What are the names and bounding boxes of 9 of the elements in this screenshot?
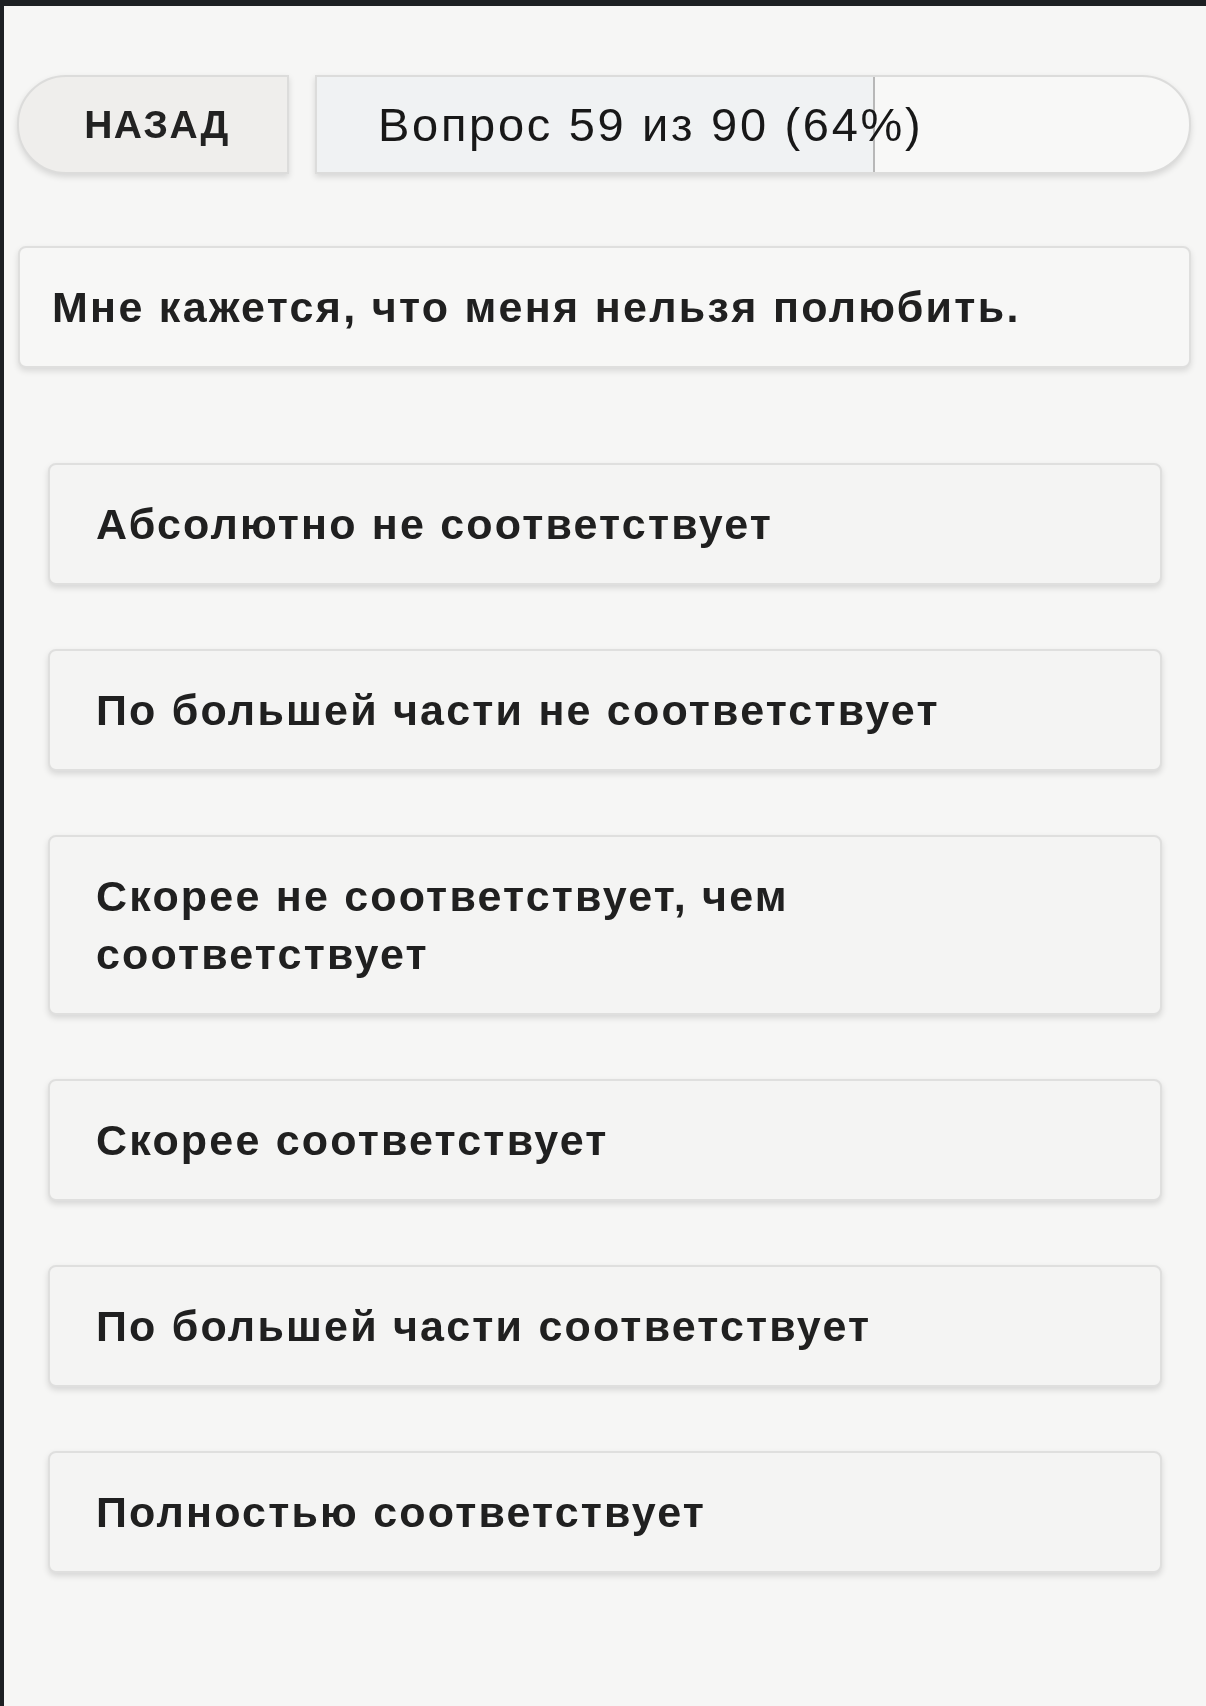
answer-option[interactable]: По большей части соответствует (48, 1265, 1162, 1387)
answer-option[interactable]: Скорее соответствует (48, 1079, 1162, 1201)
answer-option[interactable]: Полностью соответствует (48, 1451, 1162, 1573)
answer-option[interactable]: Абсолютно не соответствует (48, 463, 1162, 585)
question-text: Мне кажется, что меня нельзя полюбить. (52, 282, 1021, 333)
answer-option[interactable]: По большей части не соответствует (48, 649, 1162, 771)
back-button[interactable]: НАЗАД (17, 75, 289, 174)
progress-label: Вопрос 59 из 90 (64%) (378, 97, 924, 152)
answer-option[interactable]: Скорее не соответствует, чем соответствует (48, 835, 1162, 1015)
